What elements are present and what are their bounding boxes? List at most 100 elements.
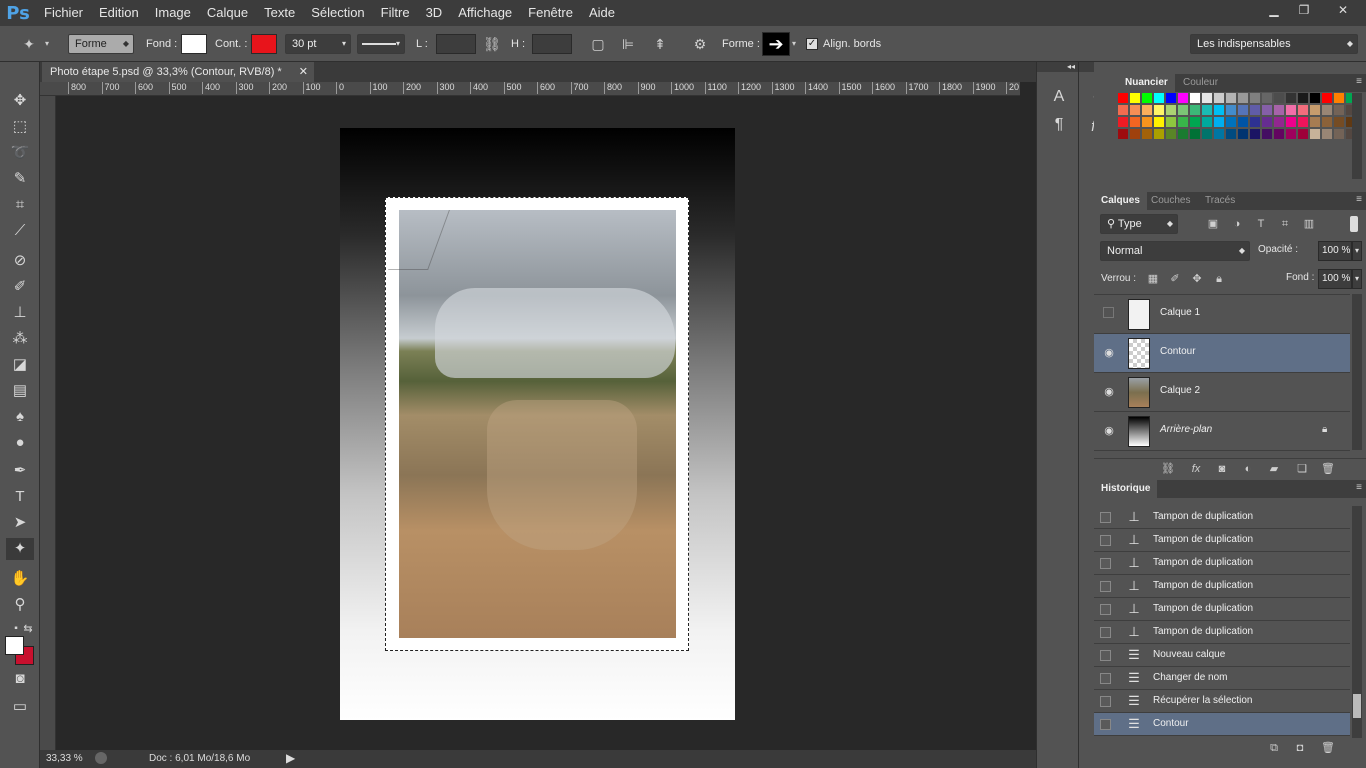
stroke-color-swatch[interactable]: [251, 34, 277, 54]
history-brush-source-checkbox[interactable]: [1100, 627, 1111, 638]
swatch[interactable]: [1118, 129, 1128, 139]
pen-tool-icon[interactable]: ✒: [6, 460, 34, 482]
swatch[interactable]: [1298, 129, 1308, 139]
menu-item-0[interactable]: Fichier: [36, 0, 91, 26]
folder-icon[interactable]: ▰: [1266, 459, 1282, 479]
history-item[interactable]: ⊥ Tampon de duplication: [1094, 575, 1350, 598]
restore-icon[interactable]: ❐: [1288, 0, 1320, 20]
blend-mode-select[interactable]: Normal ◆: [1100, 241, 1250, 261]
collapse-icon[interactable]: ◂◂: [1037, 62, 1079, 72]
swatch[interactable]: [1130, 93, 1140, 103]
history-brush-source-checkbox[interactable]: [1100, 558, 1111, 569]
swatch[interactable]: [1130, 117, 1140, 127]
path-arrangement-icon[interactable]: ⇞: [650, 34, 670, 54]
history-item[interactable]: ☰ Récupérer la sélection: [1094, 690, 1350, 713]
swatch[interactable]: [1166, 105, 1176, 115]
shape-filter-icon[interactable]: ⌗: [1278, 214, 1292, 234]
swatch[interactable]: [1262, 93, 1272, 103]
swatch[interactable]: [1286, 93, 1296, 103]
swatch[interactable]: [1142, 105, 1152, 115]
tab-nuancier[interactable]: Nuancier: [1118, 74, 1175, 92]
layer-filter-select[interactable]: ⚲ Type ◆: [1100, 214, 1178, 234]
swatch[interactable]: [1310, 129, 1320, 139]
layer-row[interactable]: ◉ Calque 2: [1094, 373, 1350, 412]
menu-item-10[interactable]: Aide: [581, 0, 623, 26]
minimize-icon[interactable]: ▁: [1258, 0, 1290, 20]
swatch[interactable]: [1142, 93, 1152, 103]
lock-all-icon[interactable]: 🔒︎: [1212, 269, 1226, 289]
history-item[interactable]: ⊥ Tampon de duplication: [1094, 506, 1350, 529]
panel-menu-icon[interactable]: ≡: [1356, 482, 1362, 493]
history-item[interactable]: ☰ Contour: [1094, 713, 1350, 736]
eraser-tool-icon[interactable]: ◪: [6, 354, 34, 376]
width-input[interactable]: [436, 34, 476, 54]
quick-mask-icon[interactable]: ◙: [6, 668, 34, 690]
swatch[interactable]: [1202, 129, 1212, 139]
swatch[interactable]: [1286, 117, 1296, 127]
menu-item-9[interactable]: Fenêtre: [520, 0, 581, 26]
history-brush-tool-icon[interactable]: ⁂: [6, 328, 34, 350]
swatch-scrollbar[interactable]: [1352, 93, 1362, 179]
menu-item-7[interactable]: 3D: [418, 0, 451, 26]
layer-row[interactable]: ◉ Contour: [1094, 334, 1350, 373]
marquee-tool-icon[interactable]: ⬚: [6, 116, 34, 138]
paragraph-icon[interactable]: ¶: [1045, 114, 1073, 136]
swatch[interactable]: [1262, 129, 1272, 139]
tab-couches[interactable]: Couches: [1144, 192, 1197, 210]
close-icon[interactable]: ✕: [299, 62, 308, 82]
layer-name[interactable]: Arrière-plan: [1160, 424, 1212, 435]
tab-calques[interactable]: Calques: [1094, 192, 1147, 210]
path-operations-icon[interactable]: ▢: [588, 34, 608, 54]
history-brush-source-checkbox[interactable]: [1100, 604, 1111, 615]
swatch[interactable]: [1262, 117, 1272, 127]
close-icon[interactable]: ✕: [1320, 0, 1366, 20]
swatch[interactable]: [1298, 105, 1308, 115]
new-document-from-state-icon[interactable]: ⧉: [1266, 738, 1282, 758]
crop-tool-icon[interactable]: ⌗: [6, 194, 34, 216]
character-icon[interactable]: A: [1045, 86, 1073, 108]
swatch[interactable]: [1334, 129, 1344, 139]
layer-name[interactable]: Calque 2: [1160, 385, 1200, 396]
height-input[interactable]: [532, 34, 572, 54]
swatch[interactable]: [1178, 93, 1188, 103]
lasso-tool-icon[interactable]: ➰: [6, 142, 34, 164]
filter-toggle[interactable]: [1350, 216, 1358, 232]
swatch[interactable]: [1238, 93, 1248, 103]
history-brush-source-checkbox[interactable]: [1100, 719, 1111, 730]
swatch[interactable]: [1202, 117, 1212, 127]
swatch[interactable]: [1334, 93, 1344, 103]
history-brush-source-checkbox[interactable]: [1100, 650, 1111, 661]
swatch[interactable]: [1118, 105, 1128, 115]
align-edges-checkbox[interactable]: ✓: [806, 38, 818, 50]
custom-shape-tool-icon[interactable]: ✦: [18, 34, 40, 54]
swatch[interactable]: [1190, 93, 1200, 103]
mode-select[interactable]: Forme ◆: [68, 34, 134, 54]
tab-couleur[interactable]: Couleur: [1176, 74, 1225, 92]
clone-stamp-tool-icon[interactable]: ⊥: [6, 302, 34, 324]
swatch[interactable]: [1214, 105, 1224, 115]
history-brush-source-checkbox[interactable]: [1100, 696, 1111, 707]
swatch[interactable]: [1334, 117, 1344, 127]
swatch[interactable]: [1142, 117, 1152, 127]
gradient-tool-icon[interactable]: ▤: [6, 380, 34, 402]
swatch[interactable]: [1286, 129, 1296, 139]
swatch[interactable]: [1238, 129, 1248, 139]
path-selection-tool-icon[interactable]: ➤: [6, 512, 34, 534]
panel-menu-icon[interactable]: ≡: [1356, 194, 1362, 205]
menu-item-6[interactable]: Filtre: [373, 0, 418, 26]
swatch[interactable]: [1238, 105, 1248, 115]
blur-tool-icon[interactable]: ♠: [6, 406, 34, 428]
document-tab[interactable]: Photo étape 5.psd @ 33,3% (Contour, RVB/…: [42, 62, 314, 82]
adjustment-filter-icon[interactable]: ◑: [1230, 214, 1244, 234]
swatch[interactable]: [1274, 93, 1284, 103]
menu-item-4[interactable]: Texte: [256, 0, 303, 26]
swatch[interactable]: [1214, 129, 1224, 139]
swatch[interactable]: [1238, 117, 1248, 127]
eye-icon[interactable]: ◉: [1102, 424, 1116, 438]
swatch[interactable]: [1250, 93, 1260, 103]
history-scroll-thumb[interactable]: [1353, 694, 1361, 718]
swatch[interactable]: [1250, 129, 1260, 139]
swatch[interactable]: [1274, 105, 1284, 115]
layer-row[interactable]: ◉ Arrière-plan 🔒︎: [1094, 412, 1350, 451]
type-tool-icon[interactable]: T: [6, 486, 34, 508]
